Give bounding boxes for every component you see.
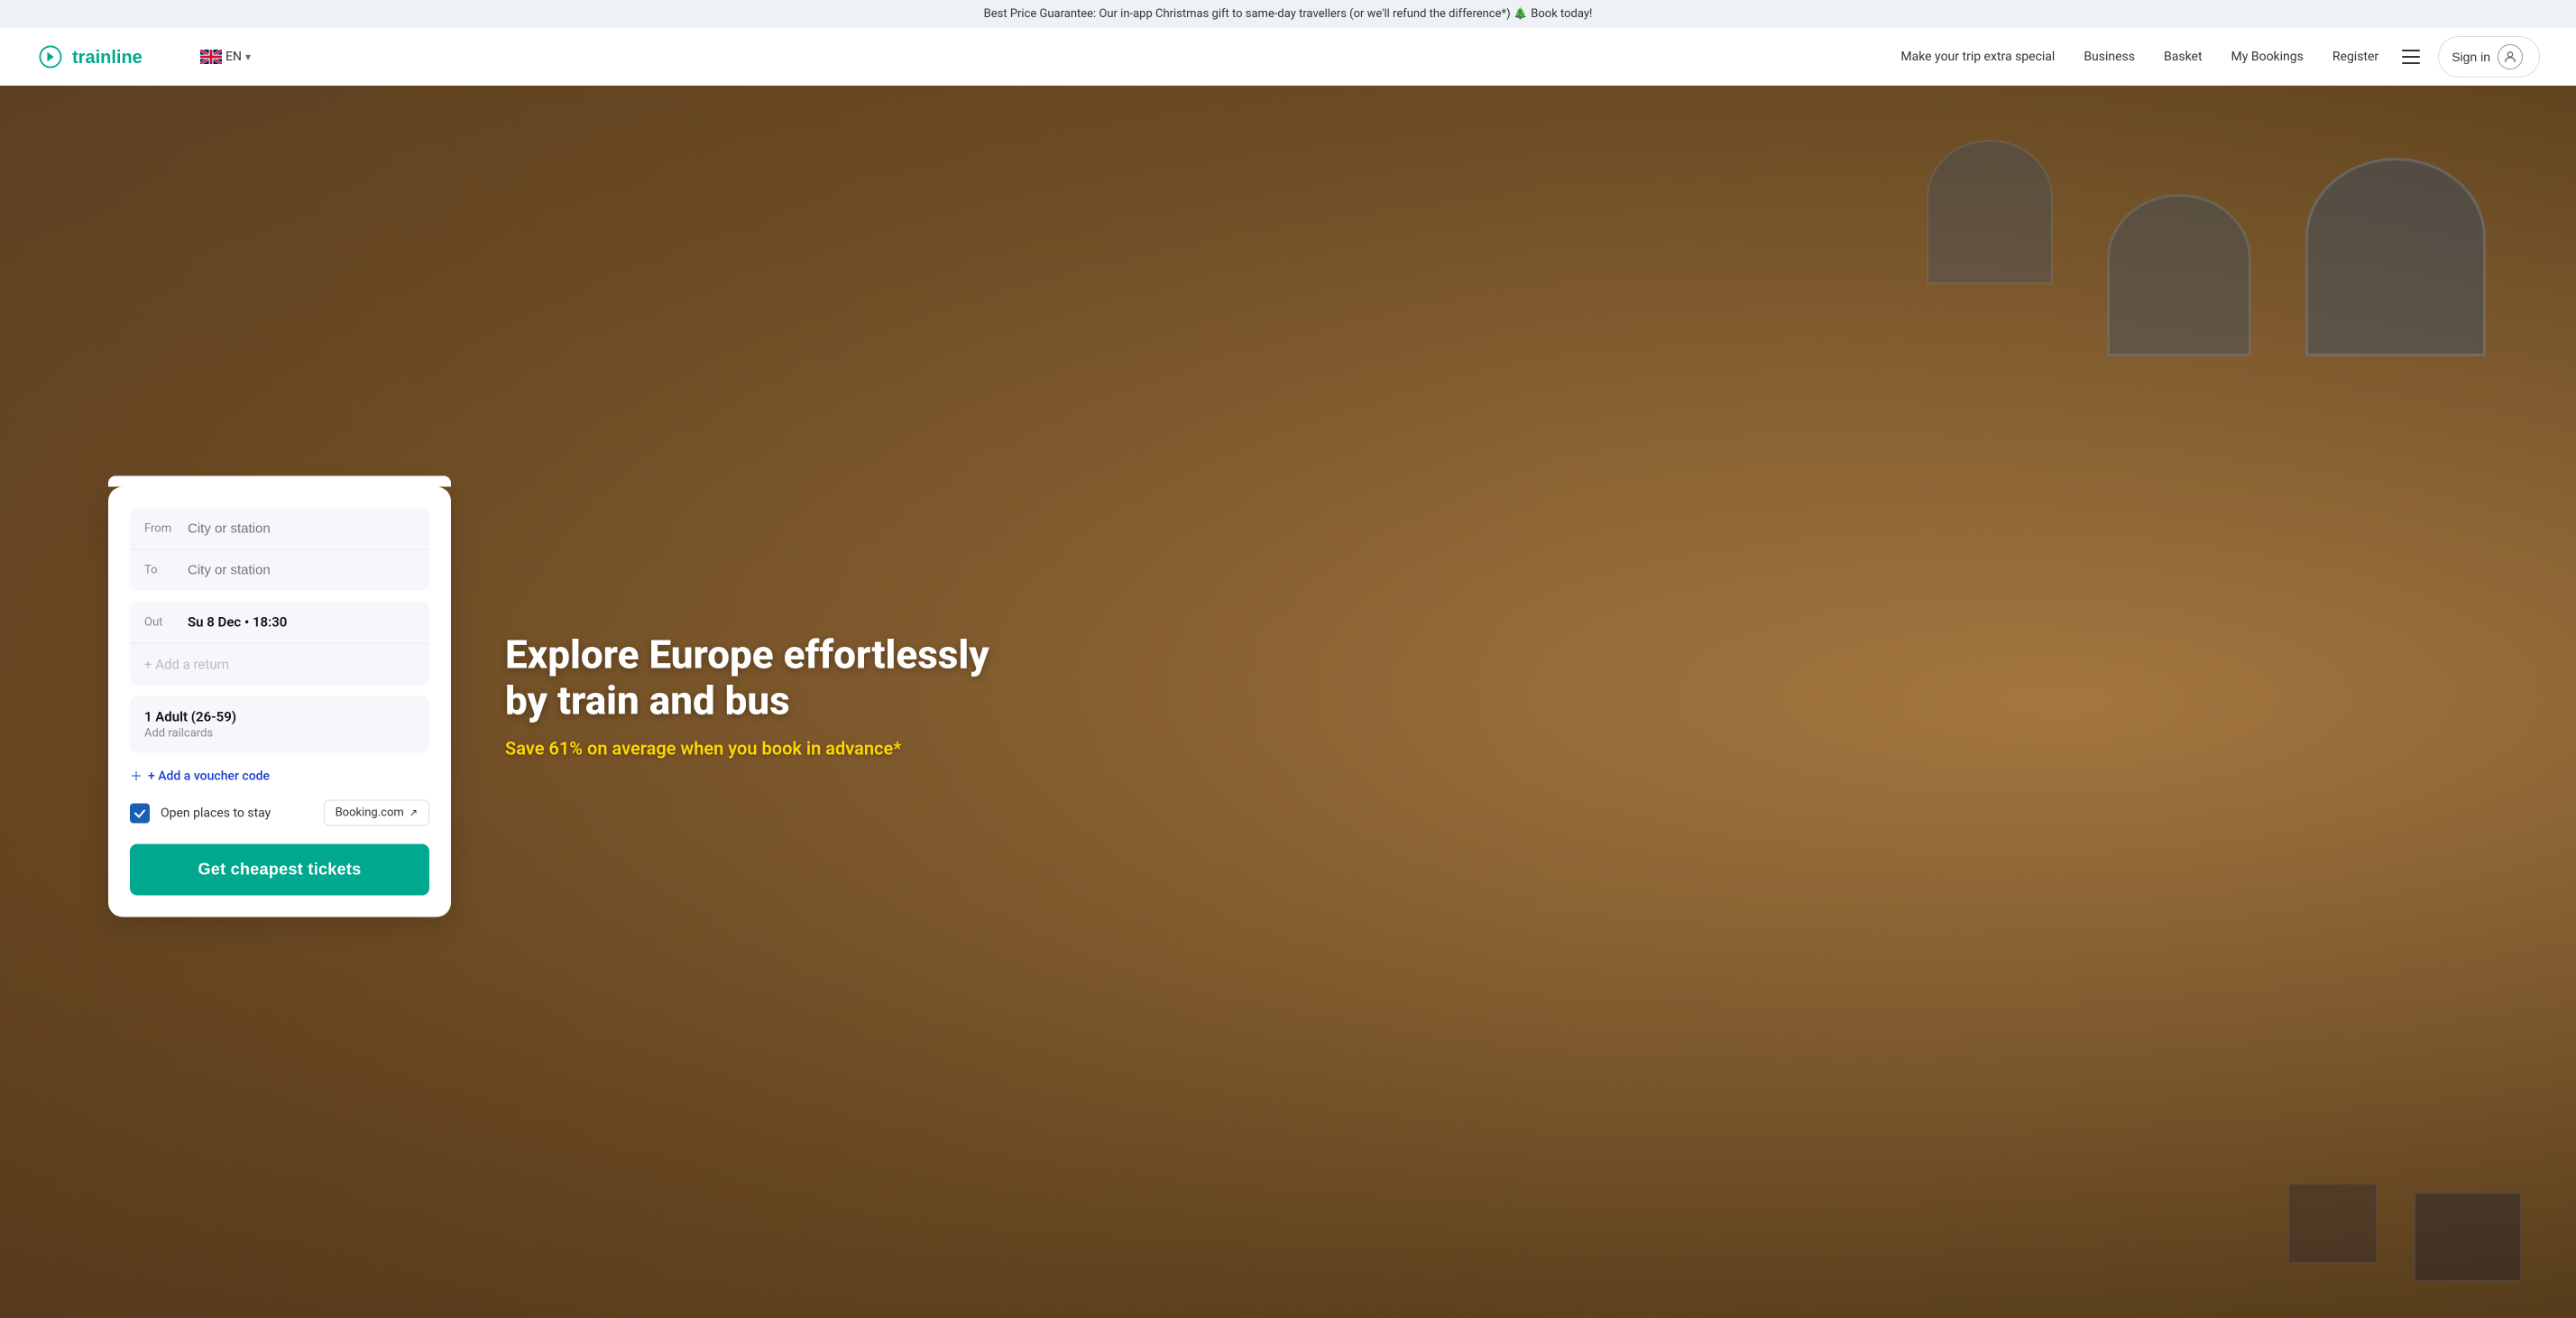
from-input[interactable] [188,521,415,537]
nav-register[interactable]: Register [2320,42,2391,71]
hamburger-line-1 [2402,50,2420,51]
plus-icon: ＋ [130,768,143,786]
outbound-date-row[interactable]: Out Su 8 Dec • 18:30 [130,602,429,644]
passengers-count: 1 Adult (26-59) [144,709,415,725]
nav-my-bookings[interactable]: My Bookings [2219,42,2316,71]
get-cheapest-tickets-button[interactable]: Get cheapest tickets [130,844,429,896]
open-places-checkbox[interactable] [130,803,150,823]
open-places-row: Open places to stay Booking.com ↗ [130,800,429,826]
sign-in-button[interactable]: Sign in [2438,36,2540,78]
to-input-row[interactable]: To [130,550,429,591]
add-voucher-button[interactable]: ＋ + Add a voucher code [130,768,429,786]
return-placeholder: + Add a return [144,657,229,673]
avatar-icon [2498,44,2523,69]
hero-text-block: Explore Europe effortlessly by train and… [505,631,1010,759]
from-label: From [144,522,177,536]
header-nav: Make your trip extra special Business Ba… [1888,36,2540,78]
out-date-value: Su 8 Dec • 18:30 [188,614,287,631]
lang-chevron-icon [245,50,251,64]
sign-in-label: Sign in [2452,50,2490,64]
lang-code: EN [225,50,242,64]
from-input-row[interactable]: From [130,509,429,550]
lang-selector[interactable]: EN [189,42,262,71]
to-label: To [144,564,177,577]
logo[interactable]: trainline [36,42,153,71]
nav-business[interactable]: Business [2071,42,2148,71]
booking-com-badge[interactable]: Booking.com ↗ [324,800,429,826]
banner-text: Best Price Guarantee: Our in-app Christm… [984,7,1593,21]
hamburger-line-3 [2402,62,2420,64]
hero-section: From To Out Su 8 Dec • 18:30 + Add a ret… [0,86,2576,1318]
header: trainline EN Make your trip extra specia… [0,28,2576,86]
return-date-row[interactable]: + Add a return [130,644,429,686]
search-card: From To Out Su 8 Dec • 18:30 + Add a ret… [108,487,451,917]
location-input-group: From To [130,509,429,591]
booking-com-label: Booking.com [336,806,404,820]
hamburger-menu-button[interactable] [2395,41,2427,73]
checkmark-icon [133,806,146,819]
hero-headline: Explore Europe effortlessly by train and… [505,631,1010,723]
top-banner: Best Price Guarantee: Our in-app Christm… [0,0,2576,28]
date-input-group: Out Su 8 Dec • 18:30 + Add a return [130,602,429,686]
nav-basket[interactable]: Basket [2151,42,2215,71]
passengers-box[interactable]: 1 Adult (26-59) Add railcards [130,696,429,753]
external-link-icon: ↗ [409,807,418,819]
railcards-label: Add railcards [144,727,415,741]
hero-subheadline: Save 61% on average when you book in adv… [505,738,1010,760]
voucher-label: + Add a voucher code [148,770,270,784]
svg-text:trainline: trainline [72,48,143,68]
open-places-label[interactable]: Open places to stay [161,806,271,820]
to-input[interactable] [188,563,415,578]
hamburger-line-2 [2402,56,2420,58]
out-label: Out [144,615,177,629]
nav-make-trip[interactable]: Make your trip extra special [1888,42,2067,71]
uk-flag-icon [200,50,222,64]
